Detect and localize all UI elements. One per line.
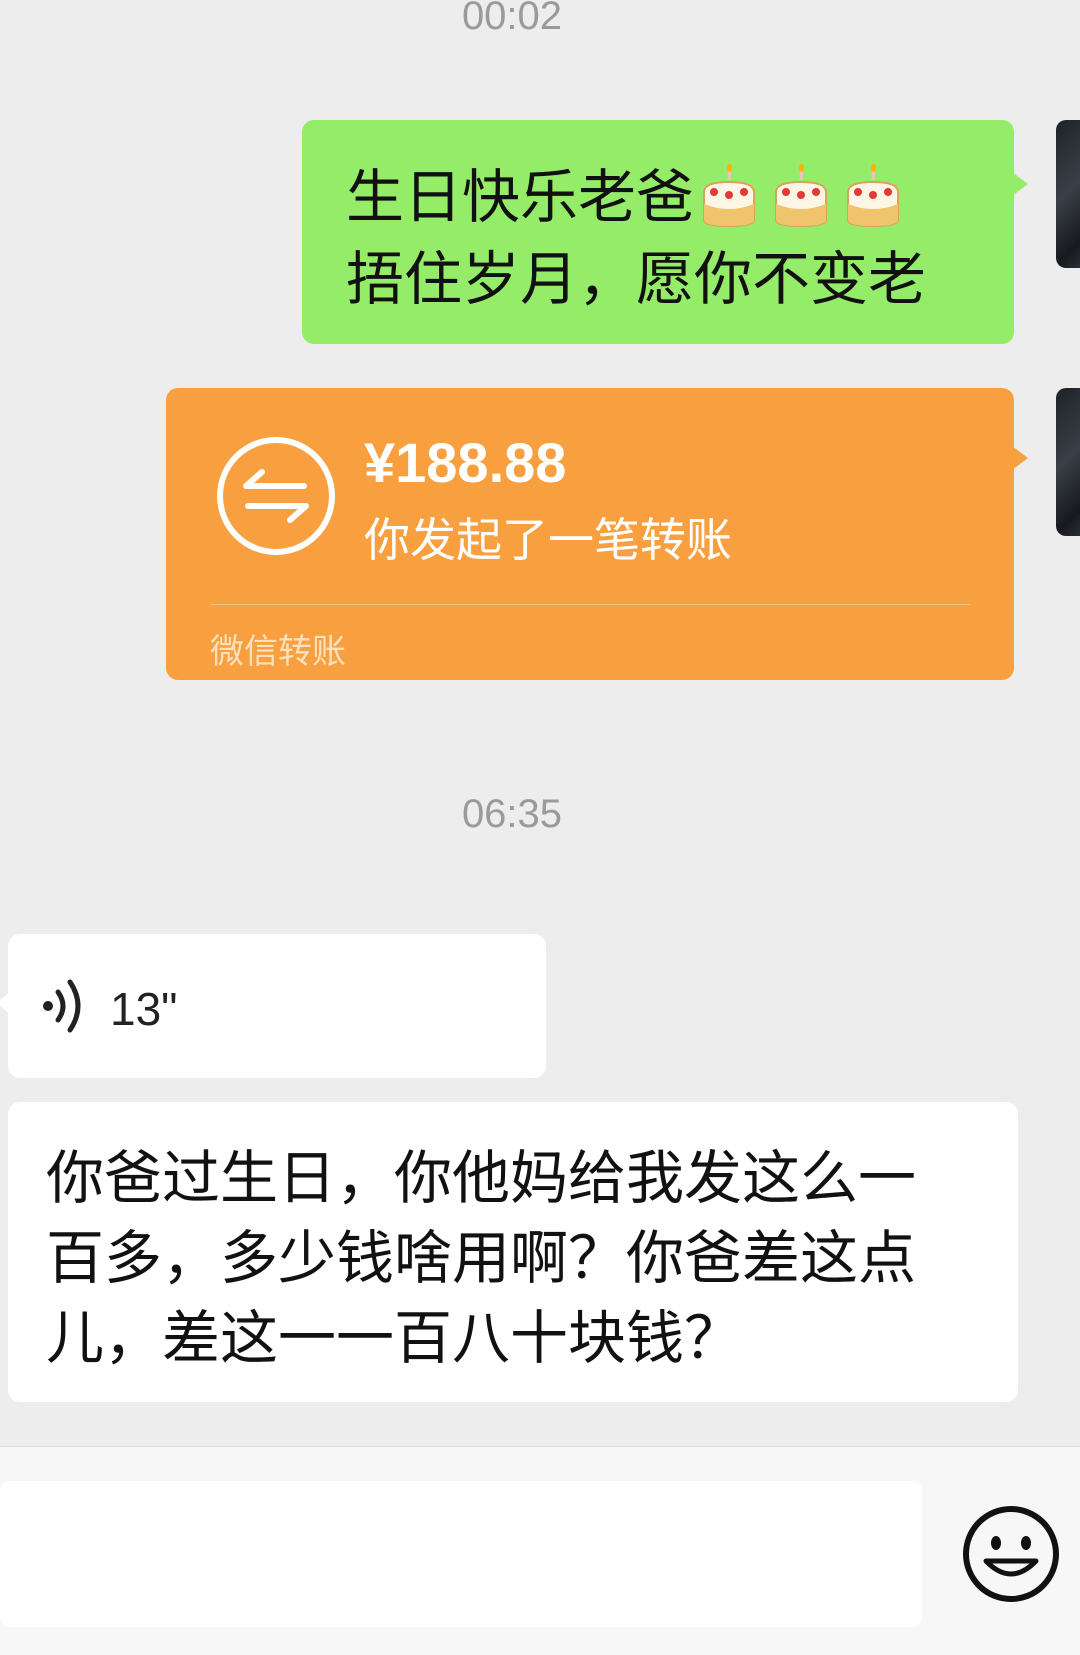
message-input[interactable] bbox=[0, 1481, 922, 1627]
cake-icon bbox=[847, 164, 900, 228]
transfer-icon bbox=[217, 437, 335, 555]
divider bbox=[210, 604, 970, 605]
avatar[interactable] bbox=[1056, 388, 1080, 536]
timestamp: 00:02 bbox=[461, 0, 563, 38]
smiley-icon[interactable] bbox=[960, 1503, 1062, 1605]
input-bar bbox=[0, 1446, 1080, 1655]
transfer-footer-label: 微信转账 bbox=[210, 632, 346, 672]
avatar[interactable] bbox=[1056, 120, 1080, 268]
sent-message-line: 生日快乐老爸 bbox=[346, 163, 695, 231]
timestamp: 06:35 bbox=[461, 792, 563, 836]
received-message-bubble[interactable]: 你爸过生日，你他妈给我发这么一 百多，多少钱啥用啊？你爸差这点 儿，差这一一百八… bbox=[8, 1102, 1018, 1402]
cake-icon bbox=[775, 164, 828, 228]
transfer-description: 你发起了一笔转账 bbox=[364, 513, 732, 567]
voice-wave-icon bbox=[43, 979, 81, 1033]
transfer-card[interactable]: ¥188.88 你发起了一笔转账 微信转账 bbox=[166, 388, 1028, 680]
received-message-line: 你爸过生日，你他妈给我发这么一 bbox=[46, 1144, 917, 1212]
sent-message-bubble[interactable]: 生日快乐老爸 捂住岁月，愿你不变老 bbox=[302, 120, 1028, 344]
voice-duration: 13" bbox=[110, 983, 178, 1035]
cake-icon bbox=[703, 164, 756, 228]
sent-message-line: 捂住岁月，愿你不变老 bbox=[346, 245, 927, 313]
received-message-line: 百多，多少钱啥用啊？你爸差这点 bbox=[46, 1224, 917, 1292]
received-message-line: 儿，差这一一百八十块钱？ bbox=[46, 1304, 743, 1372]
transfer-amount: ¥188.88 bbox=[364, 431, 567, 494]
voice-message-bubble[interactable]: 13" bbox=[0, 934, 546, 1078]
